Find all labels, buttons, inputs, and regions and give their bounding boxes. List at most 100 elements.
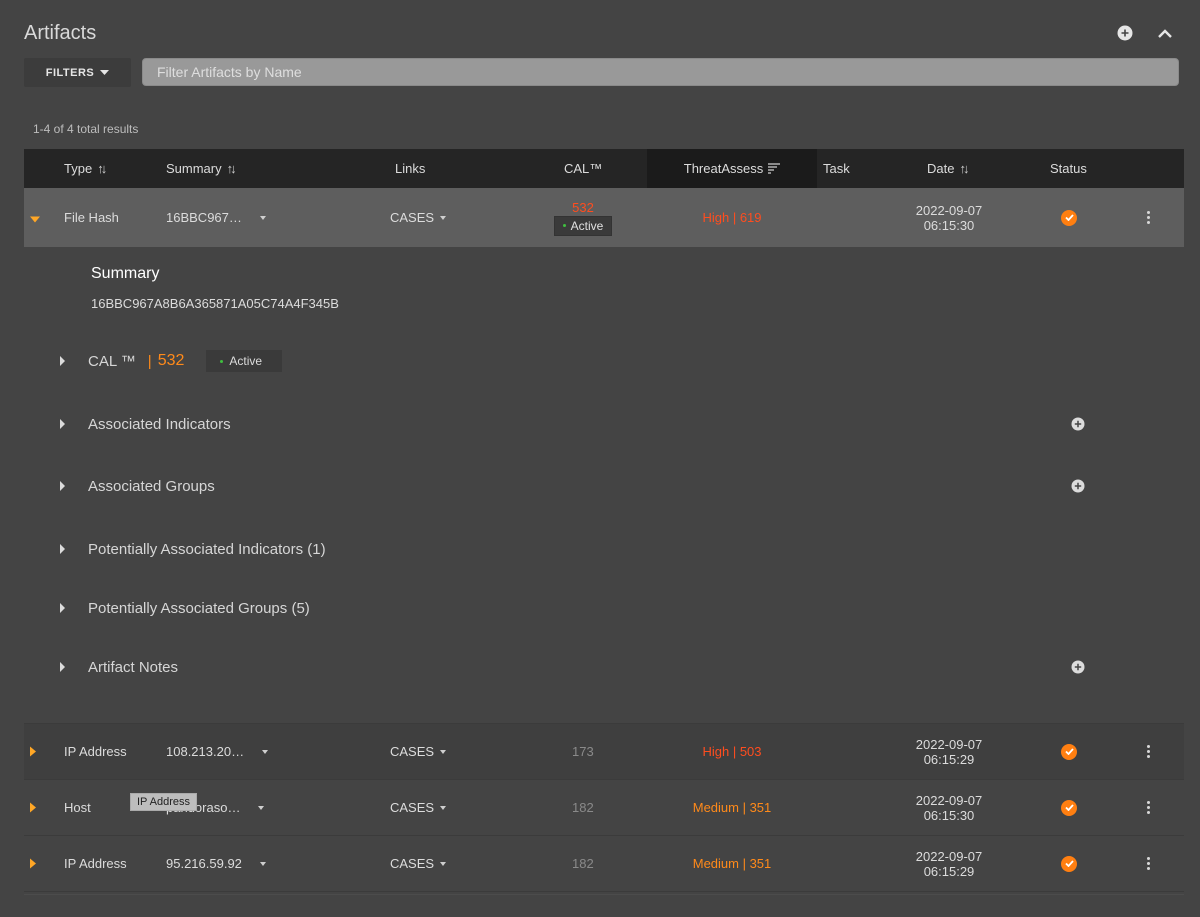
caret-right-icon [60, 662, 65, 672]
filters-button[interactable]: FILTERS [24, 58, 131, 87]
column-header-links: Links [395, 161, 426, 176]
status-cell [1061, 780, 1077, 835]
caret-down-icon [440, 749, 447, 754]
sort-icon: ↑↓ [959, 161, 969, 176]
divider [24, 894, 1184, 895]
check-circle-icon [1061, 855, 1077, 872]
caret-down-icon[interactable] [259, 215, 266, 220]
caret-down-icon [100, 70, 110, 75]
filter-artifacts-input[interactable] [142, 58, 1179, 86]
type-cell: Host [64, 800, 91, 815]
links-dropdown[interactable]: CASES [390, 188, 447, 247]
cal-cell: 532 Active [549, 188, 617, 247]
type-cell: File Hash [64, 210, 119, 225]
date-cell: 2022-09-07 06:15:29 [915, 736, 983, 767]
section-associated-indicators[interactable]: Associated Indicators [60, 412, 231, 436]
sort-desc-icon [768, 163, 781, 174]
header-actions [1114, 22, 1176, 44]
section-cal[interactable]: CAL ™ | 532 Active [60, 349, 283, 373]
threat-cell: Medium | 351 [692, 800, 772, 815]
row-menu-button[interactable] [1147, 188, 1150, 247]
column-header-date[interactable]: Date ↑↓ [927, 149, 969, 188]
caret-right-icon [60, 544, 65, 554]
links-dropdown[interactable]: CASES [390, 724, 447, 779]
detail-summary-heading: Summary [91, 265, 160, 282]
add-artifact-note-icon[interactable] [1071, 660, 1085, 674]
column-header-threatassess[interactable]: ThreatAssess [647, 149, 817, 188]
collapse-panel-button[interactable] [1154, 22, 1176, 44]
status-dot-icon [562, 224, 566, 227]
section-potentially-associated-indicators[interactable]: Potentially Associated Indicators (1) [60, 537, 326, 561]
status-cell [1061, 836, 1077, 891]
check-circle-icon [1061, 743, 1077, 760]
kebab-menu-icon [1147, 211, 1150, 224]
column-header-task: Task [823, 161, 850, 176]
plus-circle-icon [1117, 25, 1133, 41]
expand-row-button[interactable] [30, 744, 36, 759]
row-menu-button[interactable] [1147, 836, 1150, 891]
expand-row-button[interactable] [30, 800, 36, 815]
caret-down-icon [30, 216, 40, 222]
caret-right-icon [60, 419, 65, 429]
check-circle-icon [1061, 209, 1077, 226]
cal-score: 532 [572, 199, 594, 215]
add-associated-group-icon[interactable] [1071, 479, 1085, 493]
caret-down-icon[interactable] [258, 805, 265, 810]
check-circle-icon [1061, 799, 1077, 816]
kebab-menu-icon [1147, 857, 1150, 870]
column-header-type[interactable]: Type ↑↓ [64, 149, 107, 188]
threat-cell: High | 619 [702, 210, 762, 225]
caret-down-icon [440, 805, 447, 810]
expand-row-button[interactable] [30, 856, 36, 871]
links-dropdown[interactable]: CASES [390, 780, 447, 835]
caret-right-icon [30, 802, 36, 812]
add-associated-indicator-icon[interactable] [1071, 417, 1085, 431]
artifacts-table: Type ↑↓ Summary ↑↓ Links CAL™ ThreatAsse… [24, 149, 1184, 892]
collapse-row-button[interactable] [30, 210, 40, 225]
type-cell: IP Address [64, 856, 127, 871]
column-header-status: Status [1050, 161, 1087, 176]
status-dot-icon [220, 359, 224, 363]
date-cell: 2022-09-07 06:15:30 [915, 792, 983, 823]
date-cell: 2022-09-07 06:15:30 [915, 202, 983, 233]
kebab-menu-icon [1147, 801, 1150, 814]
cal-value: 532 [157, 352, 185, 369]
status-cell [1061, 724, 1077, 779]
caret-right-icon [60, 356, 65, 366]
section-potentially-associated-groups[interactable]: Potentially Associated Groups (5) [60, 596, 310, 620]
kebab-menu-icon [1147, 745, 1150, 758]
row-menu-button[interactable] [1147, 780, 1150, 835]
section-artifact-notes[interactable]: Artifact Notes [60, 655, 178, 679]
filters-label: FILTERS [45, 66, 95, 79]
column-header-cal: CAL™ [564, 161, 603, 176]
cal-score: 173 [572, 744, 594, 759]
threat-cell: Medium | 351 [692, 856, 772, 871]
result-count: 1-4 of 4 total results [33, 122, 139, 136]
add-artifact-button[interactable] [1114, 22, 1136, 44]
caret-down-icon[interactable] [262, 749, 269, 754]
caret-down-icon [440, 215, 447, 220]
summary-cell[interactable]: 16BBC967… [166, 188, 266, 247]
row-menu-button[interactable] [1147, 724, 1150, 779]
table-row[interactable]: IP Address 95.216.59.92 CASES 182 Medium… [24, 836, 1184, 892]
table-row[interactable]: File Hash 16BBC967… CASES 532 Active Hig… [24, 188, 1184, 247]
section-associated-groups[interactable]: Associated Groups [60, 474, 215, 498]
date-cell: 2022-09-07 06:15:29 [915, 848, 983, 879]
summary-cell[interactable]: 95.216.59.92 [166, 836, 266, 891]
table-row[interactable]: IP Address 108.213.20… CASES 173 High | … [24, 724, 1184, 780]
caret-down-icon [440, 861, 447, 866]
active-badge: Active [553, 215, 613, 236]
caret-right-icon [30, 858, 36, 868]
links-dropdown[interactable]: CASES [390, 836, 447, 891]
artifact-detail-panel: Summary 16BBC967A8B6A365871A05C74A4F345B… [24, 247, 1184, 724]
cal-score: 182 [572, 800, 594, 815]
caret-down-icon[interactable] [259, 861, 266, 866]
table-row[interactable]: Host pandoraso… CASES 182 Medium | 351 2… [24, 780, 1184, 836]
detail-summary-value: 16BBC967A8B6A365871A05C74A4F345B [91, 296, 339, 311]
summary-cell[interactable]: 108.213.20… [166, 724, 269, 779]
chevron-up-icon [1158, 29, 1172, 38]
column-header-summary[interactable]: Summary ↑↓ [166, 149, 237, 188]
caret-right-icon [60, 481, 65, 491]
active-badge: Active [206, 350, 283, 372]
sort-icon: ↑↓ [97, 161, 107, 176]
